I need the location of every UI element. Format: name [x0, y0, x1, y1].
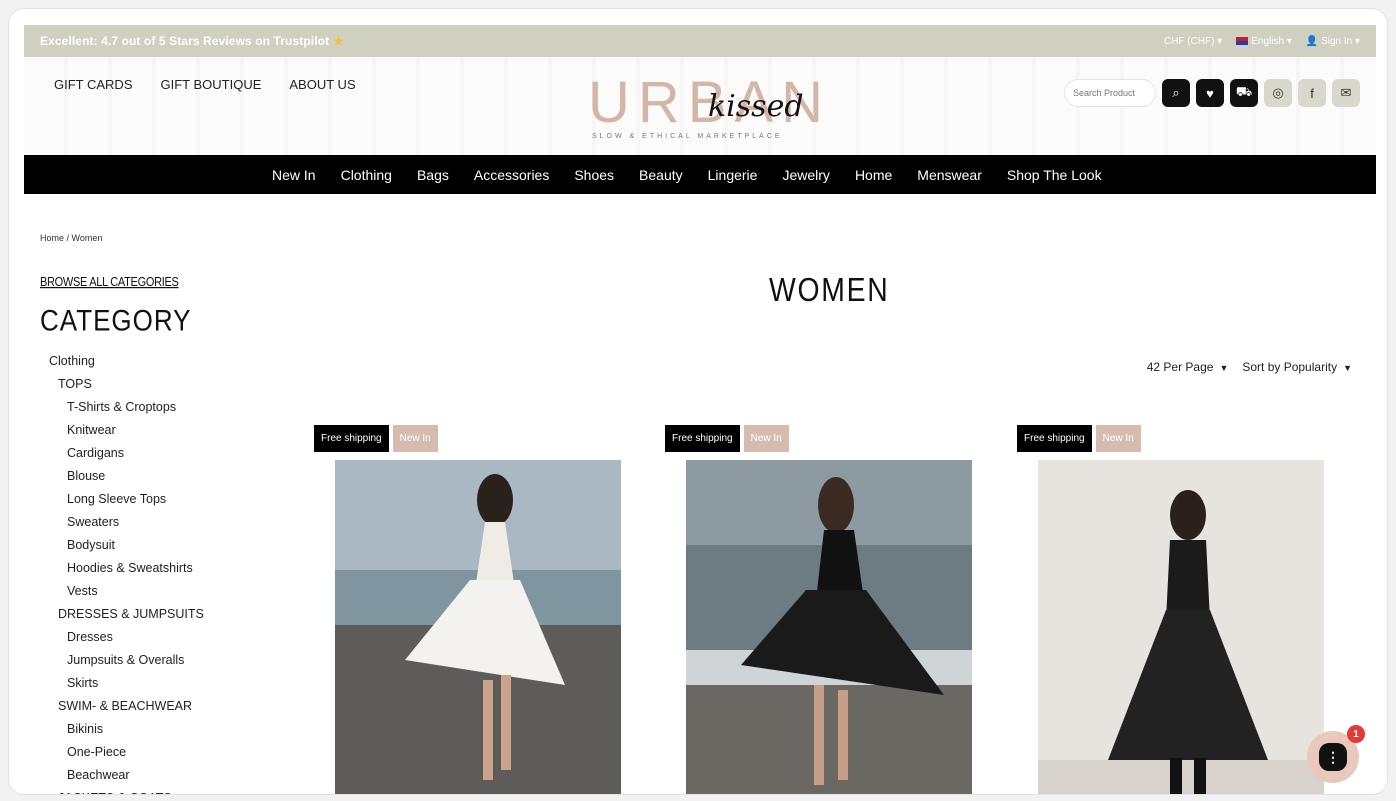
product-image[interactable]	[686, 460, 972, 794]
nav-menswear[interactable]: Menswear	[917, 167, 982, 183]
product-image[interactable]	[335, 460, 621, 794]
free-shipping-badge: Free shipping	[1017, 425, 1092, 452]
product-card[interactable]: Free shipping New In	[314, 425, 624, 794]
category-item[interactable]: Bikinis	[49, 718, 204, 741]
category-item[interactable]: Jumpsuits & Overalls	[49, 649, 204, 672]
signin-label: Sign In ▾	[1321, 35, 1360, 47]
logo-script: kissed	[708, 89, 804, 124]
trustpilot-promo[interactable]: Excellent: 4.7 out of 5 Stars Reviews on…	[40, 34, 344, 48]
user-icon: 👤	[1305, 35, 1319, 47]
header-links: GIFT CARDS GIFT BOUTIQUE ABOUT US	[54, 77, 356, 92]
product-badges: Free shipping New In	[1017, 425, 1327, 452]
star-icon: ★	[333, 34, 345, 48]
header-tools: ⌕ ♥ ⛟ ◎ f ✉	[1064, 79, 1360, 107]
page-title: WOMEN	[769, 271, 890, 308]
product-badges: Free shipping New In	[665, 425, 975, 452]
wishlist-button[interactable]: ♥	[1196, 79, 1224, 107]
category-item[interactable]: TOPS	[49, 373, 204, 396]
category-item[interactable]: Clothing	[49, 350, 204, 373]
new-in-badge: New In	[1095, 425, 1141, 452]
new-in-badge: New In	[392, 425, 438, 452]
chat-icon: ⋮	[1319, 743, 1347, 771]
nav-shoes[interactable]: Shoes	[574, 167, 614, 183]
category-tree: Clothing TOPS T-Shirts & Croptops Knitwe…	[49, 350, 204, 794]
nav-jewelry[interactable]: Jewelry	[782, 167, 829, 183]
search-input[interactable]	[1064, 79, 1156, 107]
logo-tagline: SLOW & ETHICAL MARKETPLACE	[592, 133, 783, 140]
sort-select[interactable]: Sort by Popularity ▼	[1242, 360, 1352, 374]
nav-beauty[interactable]: Beauty	[639, 167, 683, 183]
chat-notification-badge: 1	[1347, 725, 1365, 743]
category-item[interactable]: SWIM- & BEACHWEAR	[49, 695, 204, 718]
category-item[interactable]: T-Shirts & Croptops	[49, 396, 204, 419]
facebook-icon: f	[1310, 85, 1314, 101]
category-item[interactable]: One-Piece	[49, 741, 204, 764]
mail-icon: ✉	[1340, 85, 1352, 100]
per-page-select[interactable]: 42 Per Page ▼	[1147, 360, 1229, 374]
product-card[interactable]: Free shipping New In	[665, 425, 975, 794]
listing-controls: 42 Per Page ▼ Sort by Popularity ▼	[1147, 360, 1352, 374]
nav-accessories[interactable]: Accessories	[474, 167, 549, 183]
browse-all-categories-link[interactable]: BROWSE ALL CATEGORIES	[40, 275, 179, 289]
facebook-button[interactable]: f	[1298, 79, 1326, 107]
nav-lingerie[interactable]: Lingerie	[708, 167, 758, 183]
category-item[interactable]: Vests	[49, 580, 204, 603]
per-page-label: 42 Per Page	[1146, 360, 1214, 374]
heart-icon: ♥	[1206, 85, 1214, 101]
browser-frame: Excellent: 4.7 out of 5 Stars Reviews on…	[8, 8, 1388, 795]
category-item[interactable]: Blouse	[49, 465, 204, 488]
new-in-badge: New In	[743, 425, 789, 452]
nav-new-in[interactable]: New In	[272, 167, 316, 183]
nav-home[interactable]: Home	[855, 167, 892, 183]
currency-selector[interactable]: CHF (CHF) ▾	[1164, 36, 1222, 47]
nav-shop-the-look[interactable]: Shop The Look	[1007, 167, 1102, 183]
mail-button[interactable]: ✉	[1332, 79, 1360, 107]
language-label: English ▾	[1251, 35, 1292, 47]
search-icon: ⌕	[1172, 85, 1180, 100]
nav-clothing[interactable]: Clothing	[341, 167, 392, 183]
category-heading: CATEGORY	[40, 303, 192, 338]
cart-button[interactable]: ⛟	[1230, 79, 1258, 107]
product-image[interactable]	[1038, 460, 1324, 794]
free-shipping-badge: Free shipping	[665, 425, 740, 452]
category-item[interactable]: JACKETS & COATS	[49, 787, 204, 794]
cart-icon: ⛟	[1235, 84, 1253, 99]
search-button[interactable]: ⌕	[1162, 79, 1190, 107]
main-nav: New In Clothing Bags Accessories Shoes B…	[24, 155, 1376, 194]
product-badges: Free shipping New In	[314, 425, 624, 452]
language-selector[interactable]: English ▾	[1236, 36, 1292, 47]
category-item[interactable]: Cardigans	[49, 442, 204, 465]
site: Excellent: 4.7 out of 5 Stars Reviews on…	[24, 25, 1376, 794]
category-item[interactable]: Hoodies & Sweatshirts	[49, 557, 204, 580]
announcement-bar: Excellent: 4.7 out of 5 Stars Reviews on…	[24, 25, 1376, 57]
link-gift-cards[interactable]: GIFT CARDS	[54, 77, 133, 92]
link-about-us[interactable]: ABOUT US	[289, 77, 355, 92]
nav-bags[interactable]: Bags	[417, 167, 449, 183]
free-shipping-badge: Free shipping	[314, 425, 389, 452]
sort-label: Sort by Popularity	[1242, 360, 1338, 374]
instagram-icon: ◎	[1272, 85, 1284, 100]
site-logo[interactable]: URBAN kissed SLOW & ETHICAL MARKETPLACE	[588, 69, 828, 149]
caret-down-icon: ▼	[1219, 363, 1229, 373]
category-item[interactable]: Beachwear	[49, 764, 204, 787]
category-item[interactable]: DRESSES & JUMPSUITS	[49, 603, 204, 626]
promo-text: Excellent: 4.7 out of 5 Stars Reviews on…	[40, 34, 330, 48]
signin-menu[interactable]: 👤 Sign In ▾	[1306, 36, 1360, 47]
topbar-utilities: CHF (CHF) ▾ English ▾ 👤 Sign In ▾	[1164, 36, 1360, 47]
link-gift-boutique[interactable]: GIFT BOUTIQUE	[161, 77, 262, 92]
breadcrumb[interactable]: Home / Women	[40, 233, 102, 243]
caret-down-icon: ▼	[1343, 363, 1352, 373]
category-item[interactable]: Long Sleeve Tops	[49, 488, 204, 511]
category-item[interactable]: Knitwear	[49, 419, 204, 442]
category-item[interactable]: Skirts	[49, 672, 204, 695]
category-item[interactable]: Dresses	[49, 626, 204, 649]
us-flag-icon	[1236, 36, 1249, 45]
product-card[interactable]: Free shipping New In	[1017, 425, 1327, 794]
category-item[interactable]: Bodysuit	[49, 534, 204, 557]
site-header: GIFT CARDS GIFT BOUTIQUE ABOUT US URBAN …	[24, 57, 1376, 155]
category-item[interactable]: Sweaters	[49, 511, 204, 534]
instagram-button[interactable]: ◎	[1264, 79, 1292, 107]
